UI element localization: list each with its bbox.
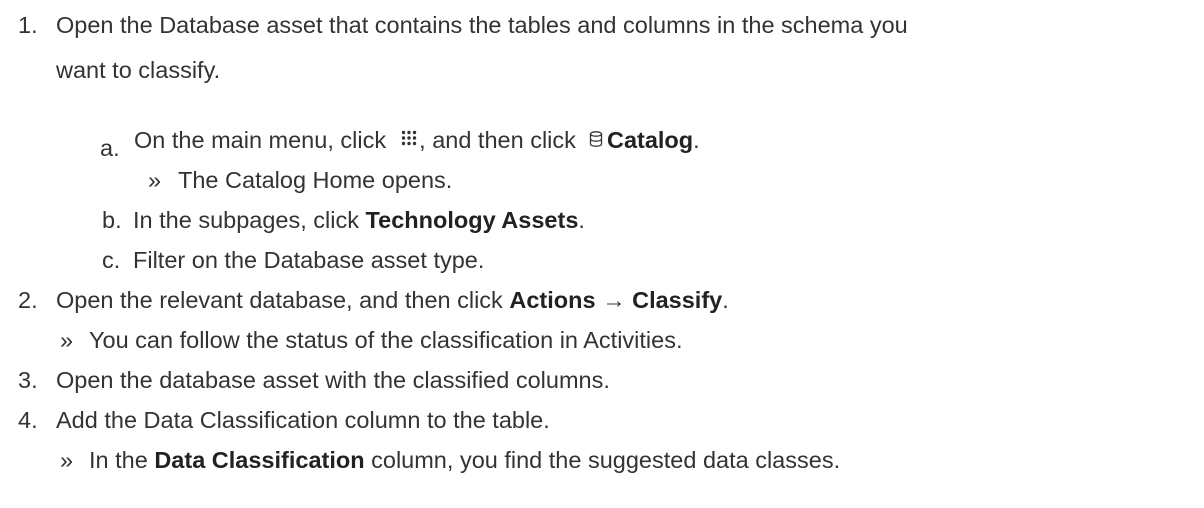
substep-letter: a. bbox=[100, 135, 120, 161]
substep-text: On the main menu, click , and then click… bbox=[134, 125, 700, 155]
database-icon bbox=[589, 131, 603, 147]
technology-assets-label: Technology Assets bbox=[365, 207, 579, 233]
catalog-label: Catalog bbox=[606, 127, 694, 153]
result-marker: » bbox=[148, 167, 162, 193]
substep-letter: b. bbox=[102, 207, 122, 233]
substep-text-middle: , and then click bbox=[419, 127, 576, 153]
step-text-after: . bbox=[722, 287, 729, 313]
data-classification-label: Data Classification bbox=[154, 447, 365, 473]
substep-letter: c. bbox=[102, 247, 121, 273]
step-number: 3. bbox=[18, 367, 38, 393]
step-text: Open the relevant database, and then cli… bbox=[56, 285, 729, 315]
substep-text-before: In the subpages, click bbox=[133, 207, 359, 233]
actions-label: Actions bbox=[509, 287, 596, 313]
step-text: Open the Database asset that contains th… bbox=[56, 12, 908, 38]
result-marker: » bbox=[60, 447, 74, 473]
arrow-right-icon: → bbox=[602, 287, 626, 313]
step-number: 1. bbox=[18, 12, 38, 38]
step-text-before: Open the relevant database, and then cli… bbox=[56, 287, 503, 313]
substep-text: Filter on the Database asset type. bbox=[133, 247, 485, 273]
step-text: Add the Data Classification column to th… bbox=[56, 407, 550, 433]
result-text: The Catalog Home opens. bbox=[178, 167, 453, 193]
substep-text-after: . bbox=[578, 207, 585, 233]
substep-text-before: On the main menu, click bbox=[134, 127, 387, 153]
step-text: want to classify. bbox=[56, 57, 221, 83]
result-text-after: column, you find the suggested data clas… bbox=[371, 447, 841, 473]
result-text-before: In the bbox=[89, 447, 148, 473]
substep-text: In the subpages, click Technology Assets… bbox=[133, 205, 585, 235]
result-text: You can follow the status of the classif… bbox=[89, 327, 683, 353]
result-text: In the Data Classification column, you f… bbox=[89, 445, 840, 475]
step-number: 2. bbox=[18, 287, 38, 313]
classify-label: Classify bbox=[632, 287, 723, 313]
step-text: Open the database asset with the classif… bbox=[56, 367, 610, 393]
apps-grid-icon bbox=[401, 130, 417, 146]
result-marker: » bbox=[60, 327, 74, 353]
procedure-page: { "steps": [ { "number": "1.", "text_lin… bbox=[0, 0, 1204, 508]
substep-text-after: . bbox=[693, 127, 700, 153]
step-number: 4. bbox=[18, 407, 38, 433]
